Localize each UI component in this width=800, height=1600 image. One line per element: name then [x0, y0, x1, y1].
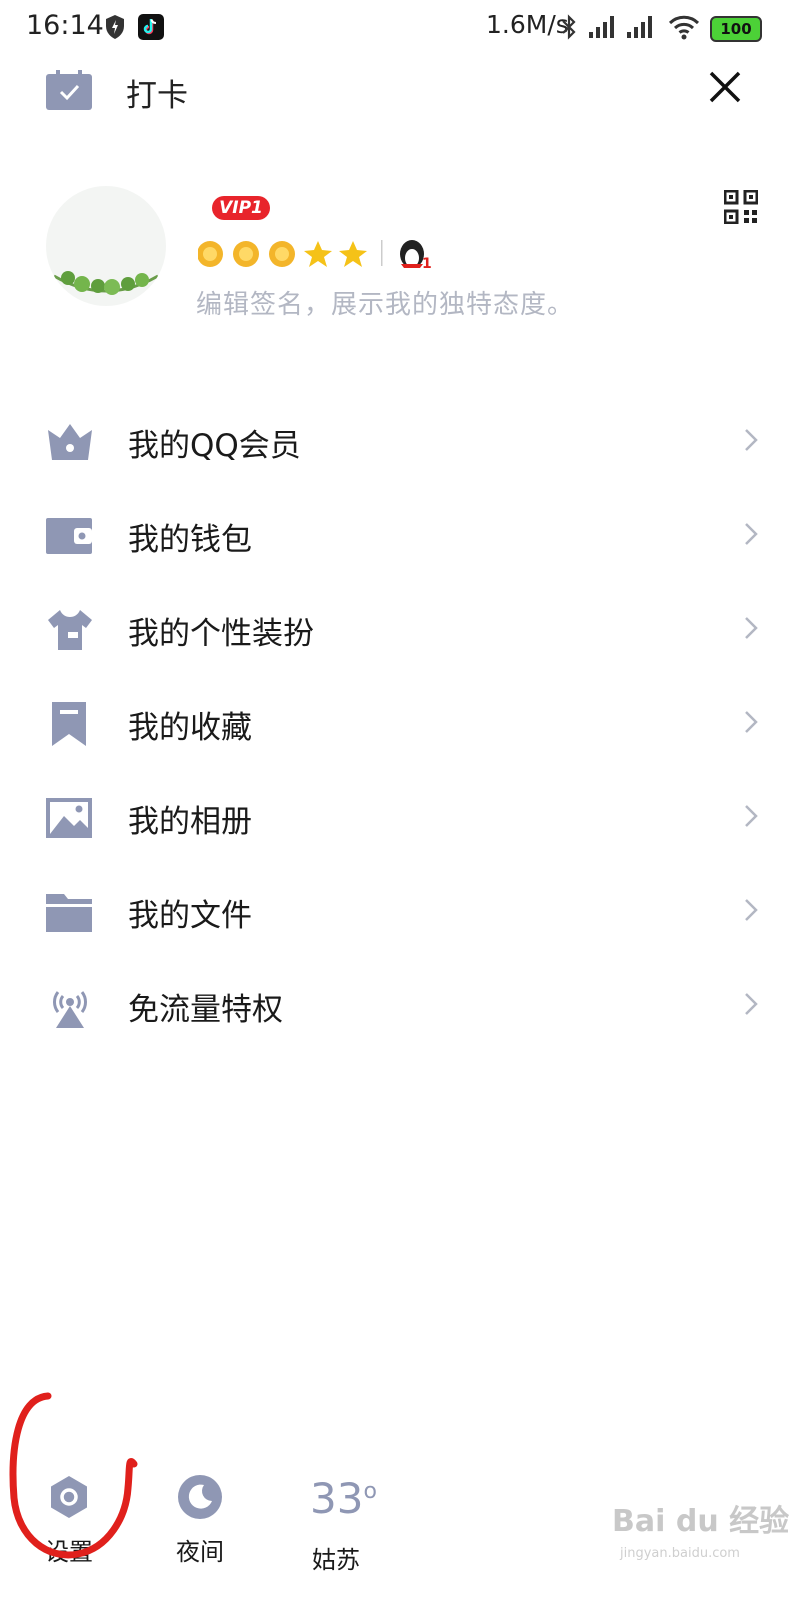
weather-degree-unit: o — [363, 1479, 377, 1504]
shirt-icon — [48, 610, 92, 650]
sun-level-icon — [197, 241, 223, 267]
level-number: 1 — [422, 256, 432, 272]
star-level-icon — [339, 241, 367, 267]
checkin-label[interactable]: 打卡 — [126, 70, 188, 115]
qr-code-icon[interactable] — [724, 190, 758, 224]
menu-item-label: 我的钱包 — [128, 522, 252, 558]
night-mode-button[interactable]: 夜间 — [155, 1474, 245, 1567]
sun-level-icon — [269, 241, 295, 267]
network-speed: 1.6M/s — [486, 10, 569, 39]
chevron-right-icon — [745, 805, 758, 827]
weather-city[interactable]: 姑苏 — [312, 1540, 360, 1575]
watermark-url: jingyan.baidu.com — [620, 1546, 740, 1561]
menu-item-free-data[interactable]: 免流量特权 — [0, 960, 800, 1054]
qq-level-indicator[interactable]: 1 — [197, 236, 438, 284]
status-bar: 16:14 1.6M/s 100 — [0, 0, 800, 56]
penguin-icon — [400, 236, 424, 268]
wifi-icon — [668, 15, 700, 40]
menu-item-favorites[interactable]: 我的收藏 — [0, 678, 800, 772]
weather-temp-value: 33 — [310, 1474, 364, 1523]
folder-icon — [46, 894, 92, 932]
vip-badge[interactable]: VIP1 — [212, 196, 270, 220]
tiktok-icon — [138, 14, 164, 40]
shield-icon — [106, 15, 124, 39]
bookmark-icon — [52, 702, 86, 746]
menu-item-files[interactable]: 我的文件 — [0, 866, 800, 960]
broadcast-icon — [53, 991, 87, 1028]
photo-icon — [46, 798, 92, 838]
chevron-right-icon — [745, 523, 758, 545]
star-level-icon — [304, 241, 332, 267]
clover-avatar-image — [53, 271, 159, 295]
chevron-right-icon — [745, 899, 758, 921]
signature-text[interactable]: 编辑签名，展示我的独特态度。 — [196, 284, 574, 321]
menu-item-label: 我的QQ会员 — [128, 428, 301, 464]
menu-item-label: 我的文件 — [128, 898, 252, 934]
menu-item-album[interactable]: 我的相册 — [0, 772, 800, 866]
menu-item-personalization[interactable]: 我的个性装扮 — [0, 584, 800, 678]
weather-temperature[interactable]: 33o — [310, 1474, 377, 1523]
crown-icon — [48, 424, 92, 460]
night-label: 夜间 — [176, 1538, 224, 1566]
watermark-logo: Bai du 经验 — [612, 1504, 790, 1539]
wallet-icon — [46, 518, 92, 554]
chevron-right-icon — [745, 617, 758, 639]
bluetooth-icon — [562, 14, 576, 40]
calendar-check-icon[interactable] — [46, 70, 92, 110]
red-annotation-circle — [9, 1392, 138, 1559]
chevron-right-icon — [745, 429, 758, 451]
close-icon[interactable] — [708, 70, 742, 104]
moon-icon — [178, 1475, 222, 1519]
menu-item-label: 我的收藏 — [128, 710, 252, 746]
chevron-right-icon — [745, 993, 758, 1015]
menu-item-label: 我的相册 — [128, 804, 252, 840]
sun-level-icon — [233, 241, 259, 267]
menu-item-wallet[interactable]: 我的钱包 — [0, 490, 800, 584]
chevron-right-icon — [745, 711, 758, 733]
menu-item-label: 我的个性装扮 — [128, 616, 314, 652]
menu-item-qq-vip[interactable]: 我的QQ会员 — [0, 396, 800, 490]
status-time: 16:14 — [26, 10, 104, 41]
menu-item-label: 免流量特权 — [128, 992, 283, 1028]
signal-icon-2 — [627, 16, 652, 38]
avatar[interactable] — [46, 186, 166, 306]
battery-indicator: 100 — [710, 16, 762, 42]
signal-icon — [589, 16, 614, 38]
